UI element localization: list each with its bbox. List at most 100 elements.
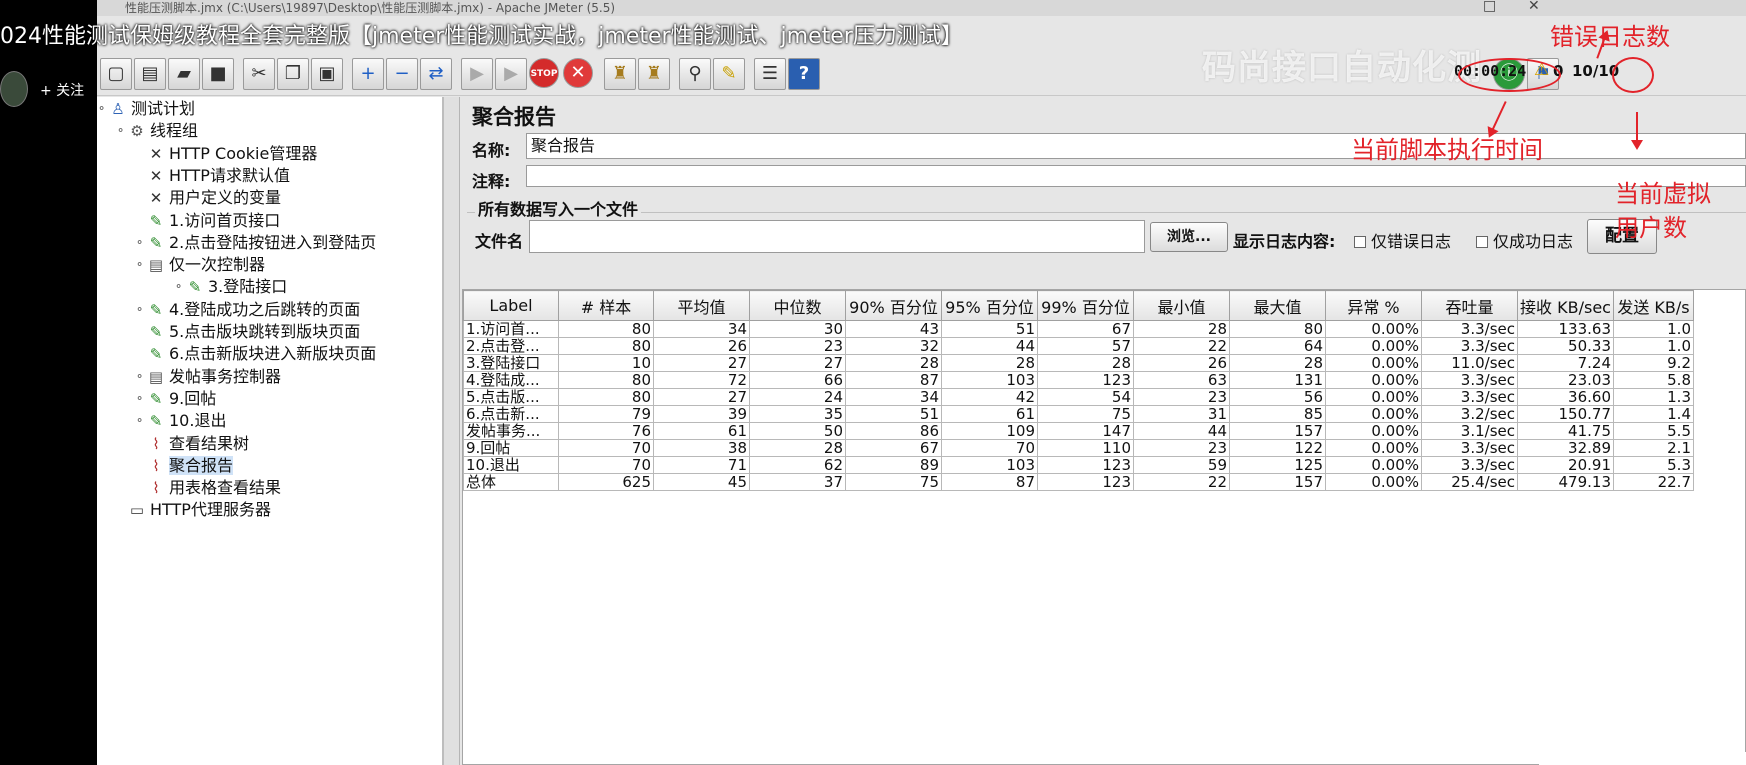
tree-node[interactable]: ✕ HTTP Cookie管理器: [147, 143, 318, 165]
checkbox-box[interactable]: [1354, 236, 1366, 248]
tree-node[interactable]: ✎ 3.登陆接口: [186, 276, 288, 298]
table-row[interactable]: 5.点击版... 80 27 24 34 42 54 23 56 0.00% 3.3/sec 36.6…: [463, 388, 1694, 406]
tree-node[interactable]: ✕ HTTP请求默认值: [147, 165, 290, 187]
column-header[interactable]: 99% 百分位: [1037, 290, 1134, 321]
column-header[interactable]: 95% 百分位: [941, 290, 1038, 321]
only-success-checkbox[interactable]: 仅成功日志: [1476, 228, 1573, 252]
column-header[interactable]: 最小值: [1133, 290, 1230, 321]
table-row[interactable]: 9.回帖 70 38 28 67 70 110 23 122 0.00% 3.3/sec 32.89 2…: [463, 439, 1694, 457]
table-row[interactable]: 发帖事务... 76 61 50 86 109 147 44 157 0.00% 3.1/sec 41…: [463, 422, 1694, 440]
table-row[interactable]: 10.退出 70 71 62 89 103 123 59 125 0.00% 3.3/sec 20.9…: [463, 456, 1694, 474]
maximize-icon[interactable]: □: [1483, 0, 1496, 14]
table-cell: 31: [1133, 405, 1230, 423]
search-icon[interactable]: ⚲: [679, 58, 711, 90]
tree-toggle-icon[interactable]: ⚬: [135, 392, 144, 405]
tree-toggle-icon[interactable]: ⚬: [116, 124, 125, 137]
table-cell: 70: [558, 456, 654, 474]
table-cell: 2.1: [1613, 439, 1694, 457]
tree-toggle-icon[interactable]: ⚬: [135, 414, 144, 427]
splitter[interactable]: [444, 97, 460, 765]
table-cell: 85: [1229, 405, 1326, 423]
column-header[interactable]: 发送 KB/s: [1613, 290, 1694, 321]
follow-button[interactable]: + 关注: [40, 80, 84, 100]
column-header[interactable]: # 样本: [558, 290, 654, 321]
cut-icon[interactable]: ✂: [243, 58, 275, 90]
paste-icon[interactable]: ▣: [311, 58, 343, 90]
table-cell: 133.63: [1517, 320, 1614, 338]
start-icon[interactable]: ▶: [461, 58, 493, 90]
help-icon[interactable]: ?: [788, 58, 820, 90]
function-helper-icon[interactable]: ☰: [754, 58, 786, 90]
table-row[interactable]: 总体 625 45 37 75 87 123 22 157 0.00% 25.4/sec 479.13…: [463, 473, 1694, 491]
tree-node[interactable]: ✕ 用户定义的变量: [147, 187, 281, 209]
table-cell: 3.1/sec: [1421, 422, 1518, 440]
expand-icon[interactable]: +: [352, 58, 384, 90]
tree-node[interactable]: ♙ 测试计划: [109, 98, 195, 120]
table-cell: 80: [558, 320, 654, 338]
clear-all-icon[interactable]: ♜: [638, 58, 670, 90]
shutdown-icon[interactable]: ✕: [563, 58, 593, 88]
tree-node[interactable]: ✎ 1.访问首页接口: [147, 210, 281, 232]
table-cell: 109: [941, 422, 1038, 440]
table-row[interactable]: 2.点击登... 80 26 23 32 44 57 22 64 0.00% 3.3/sec 50.3…: [463, 337, 1694, 355]
annotation-arrow-threads: [1631, 112, 1643, 150]
reset-search-icon[interactable]: ✎: [713, 58, 745, 90]
tree-toggle-icon[interactable]: ⚬: [135, 370, 144, 383]
copy-icon[interactable]: ❐: [277, 58, 309, 90]
tree-toggle-icon[interactable]: ⚬: [174, 280, 183, 293]
clear-icon[interactable]: ♜: [604, 58, 636, 90]
column-header[interactable]: 平均值: [653, 290, 750, 321]
column-header[interactable]: 吞吐量: [1421, 290, 1518, 321]
tree-node[interactable]: ✎ 4.登陆成功之后跳转的页面: [147, 299, 361, 321]
table-row[interactable]: 4.登陆成... 80 72 66 87 103 123 63 131 0.00% 3.3/sec 2…: [463, 371, 1694, 389]
tree-node[interactable]: ✎ 2.点击登陆按钮进入到登陆页: [147, 232, 377, 254]
browse-button[interactable]: 浏览...: [1150, 222, 1228, 252]
tree-node[interactable]: ⌇ 聚合报告: [147, 455, 234, 477]
table-cell: 479.13: [1517, 473, 1614, 491]
tree-node[interactable]: ✎ 10.退出: [147, 410, 227, 432]
tree-node[interactable]: ▤ 发帖事务控制器: [147, 366, 281, 388]
table-cell: 23: [1133, 439, 1230, 457]
stop-icon[interactable]: STOP: [529, 58, 559, 88]
close-icon[interactable]: ✕: [1528, 0, 1540, 14]
column-header[interactable]: 接收 KB/sec: [1517, 290, 1614, 321]
table-cell: 67: [1037, 320, 1134, 338]
column-header[interactable]: 异常 %: [1325, 290, 1422, 321]
table-cell: 110: [1037, 439, 1134, 457]
new-icon[interactable]: ▢: [100, 58, 132, 90]
column-header[interactable]: 中位数: [749, 290, 846, 321]
table-cell: 32: [845, 337, 942, 355]
name-field[interactable]: 聚合报告: [526, 133, 1746, 159]
toggle-icon[interactable]: ⇄: [420, 58, 452, 90]
tree-toggle-icon[interactable]: ⚬: [135, 258, 144, 271]
tree-node[interactable]: ⚙ 线程组: [128, 120, 198, 142]
tree-toggle-icon[interactable]: ⚬: [135, 236, 144, 249]
start-no-pause-icon[interactable]: ▶: [495, 58, 527, 90]
table-row[interactable]: 6.点击新... 79 39 35 51 61 75 31 85 0.00% 3.2/sec 150.…: [463, 405, 1694, 423]
tree-node[interactable]: ▭ HTTP代理服务器: [128, 499, 271, 521]
tree-toggle-icon[interactable]: ⚬: [97, 102, 106, 115]
templates-icon[interactable]: ▤: [134, 58, 166, 90]
avatar[interactable]: [0, 71, 28, 107]
tree-node[interactable]: ▤ 仅一次控制器: [147, 254, 265, 276]
tree-node[interactable]: ✎ 5.点击版块跳转到版块页面: [147, 321, 361, 343]
table-row[interactable]: 1.访问首... 80 34 30 43 51 67 28 80 0.00% 3.3/sec 133.…: [463, 320, 1694, 338]
checkbox-box[interactable]: [1476, 236, 1488, 248]
collapse-icon[interactable]: −: [386, 58, 418, 90]
comment-field[interactable]: [526, 165, 1746, 187]
tree-node[interactable]: ⌇ 用表格查看结果: [147, 477, 281, 499]
table-cell: 103: [941, 456, 1038, 474]
column-header[interactable]: Label: [463, 290, 559, 321]
tree-node[interactable]: ✎ 9.回帖: [147, 388, 217, 410]
column-header[interactable]: 90% 百分位: [845, 290, 942, 321]
column-header[interactable]: 最大值: [1229, 290, 1326, 321]
save-icon[interactable]: ■: [202, 58, 234, 90]
filename-input[interactable]: [529, 220, 1145, 253]
only-success-label: 仅成功日志: [1493, 232, 1574, 251]
tree-toggle-icon[interactable]: ⚬: [135, 303, 144, 316]
tree-node[interactable]: ⌇ 查看结果树: [147, 433, 249, 455]
only-errors-checkbox[interactable]: 仅错误日志: [1354, 228, 1451, 252]
table-row[interactable]: 3.登陆接口 10 27 27 28 28 28 26 28 0.00% 11.0/sec 7.24 9…: [463, 354, 1694, 372]
open-icon[interactable]: ▰: [168, 58, 200, 90]
tree-node[interactable]: ✎ 6.点击新版块进入新版块页面: [147, 343, 377, 365]
